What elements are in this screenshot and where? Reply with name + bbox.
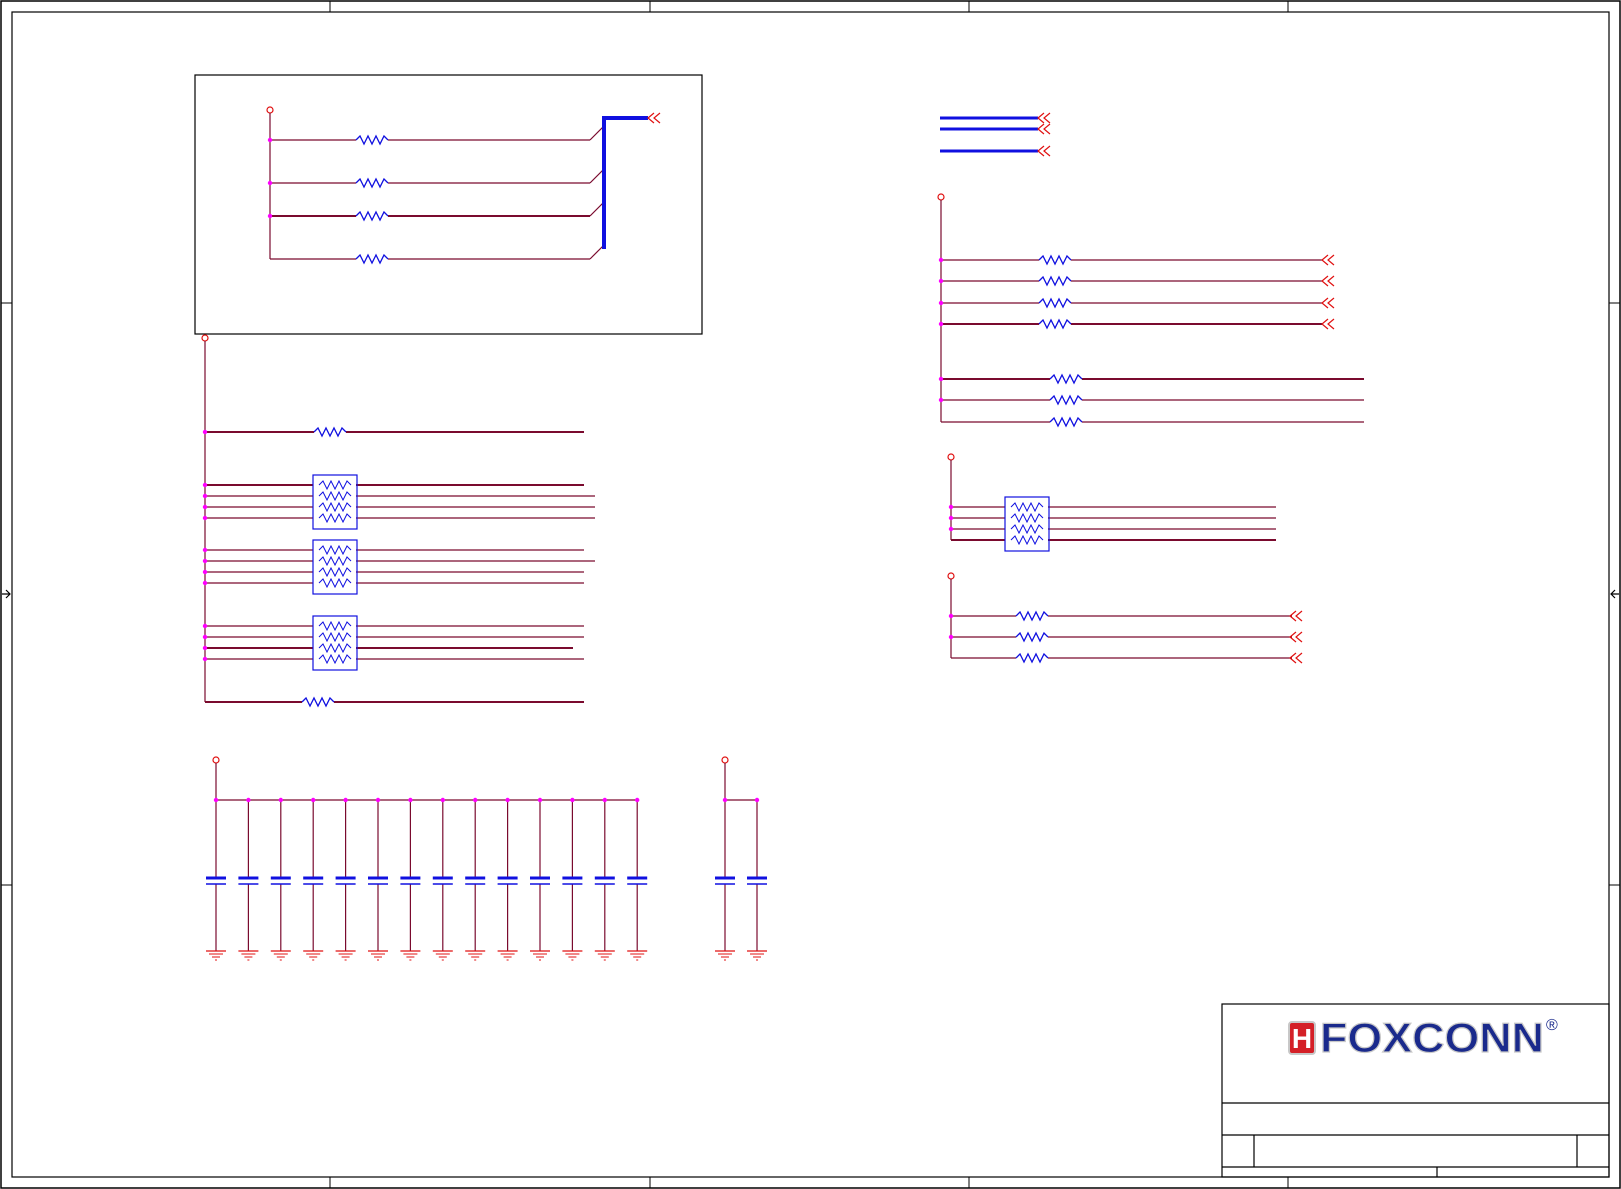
logo-wordmark: FOXCONN bbox=[1320, 1014, 1544, 1061]
decoupling-capacitor bbox=[745, 797, 769, 961]
decoupling-capacitor bbox=[301, 797, 325, 961]
left-resistor-network bbox=[201, 334, 595, 707]
decoupling-capacitor bbox=[334, 797, 358, 961]
decoupling-capacitor bbox=[463, 797, 487, 961]
right-resistor-pack-block bbox=[947, 453, 1276, 552]
decoupling-capacitor bbox=[713, 797, 737, 961]
foxconn-logo: H FOXCONN ® bbox=[1288, 1013, 1558, 1062]
decoupling-capacitor bbox=[431, 797, 455, 961]
right-pullup-block bbox=[937, 193, 1364, 427]
bus-stubs bbox=[940, 112, 1051, 157]
capacitor-columns-pair bbox=[713, 797, 769, 961]
sheet-frame bbox=[0, 0, 1621, 1189]
decoupling-capacitor bbox=[560, 797, 584, 961]
decoupling-capacitor bbox=[236, 797, 260, 961]
decoupling-capacitor-bank bbox=[204, 756, 649, 961]
logo-mark-letter: H bbox=[1292, 1023, 1312, 1054]
decoupling-capacitor bbox=[593, 797, 617, 961]
decoupling-capacitor bbox=[528, 797, 552, 961]
decoupling-capacitor bbox=[398, 797, 422, 961]
decoupling-capacitor bbox=[204, 797, 228, 961]
boxed-pullup-block bbox=[194, 74, 703, 335]
capacitor-columns bbox=[204, 797, 649, 961]
decoupling-capacitor bbox=[496, 797, 520, 961]
decoupling-capacitor bbox=[269, 797, 293, 961]
registered-mark: ® bbox=[1546, 1017, 1558, 1034]
title-block: H FOXCONN ® bbox=[1221, 1003, 1610, 1178]
schematic-sheet: H FOXCONN ® bbox=[0, 0, 1621, 1189]
decoupling-capacitor bbox=[366, 797, 390, 961]
decoupling-capacitor-pair bbox=[713, 756, 769, 961]
right-lower-pullup-block bbox=[947, 572, 1303, 664]
decoupling-capacitor bbox=[625, 797, 649, 961]
